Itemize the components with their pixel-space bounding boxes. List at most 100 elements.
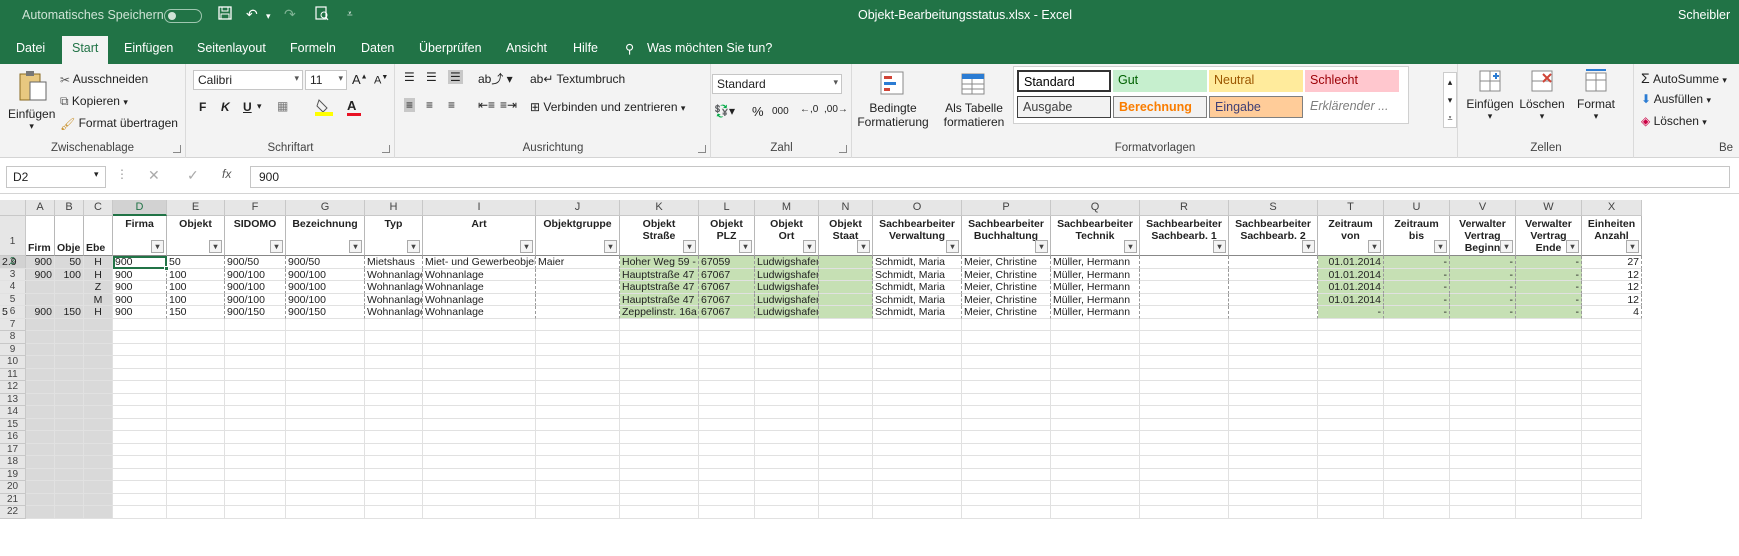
table-cell[interactable] <box>1229 256 1318 269</box>
table-cell[interactable] <box>84 381 113 394</box>
table-cell[interactable] <box>1140 268 1229 281</box>
table-cell[interactable] <box>873 443 962 456</box>
table-cell[interactable]: 900/100 <box>225 293 286 306</box>
table-cell[interactable] <box>1051 481 1140 494</box>
table-cell[interactable] <box>1051 343 1140 356</box>
table-cell[interactable] <box>26 343 55 356</box>
table-cell[interactable] <box>620 356 699 369</box>
filter-dropdown-icon[interactable]: ▾ <box>1500 240 1513 253</box>
table-cell[interactable] <box>620 443 699 456</box>
table-cell[interactable] <box>1229 318 1318 331</box>
filter-dropdown-icon[interactable]: ▾ <box>683 240 696 253</box>
decrease-decimal-icon[interactable]: ,00→ <box>824 104 848 115</box>
dialog-launcher-icon[interactable] <box>698 145 706 153</box>
table-cell[interactable] <box>1140 393 1229 406</box>
table-cell[interactable]: 100 <box>167 293 225 306</box>
table-cell[interactable] <box>1229 506 1318 519</box>
table-cell[interactable]: Ludwigshafen <box>755 256 819 269</box>
table-cell[interactable] <box>286 431 365 444</box>
table-cell[interactable] <box>1450 331 1516 344</box>
table-cell[interactable] <box>755 406 819 419</box>
table-cell[interactable] <box>55 318 84 331</box>
table-cell[interactable]: Meier, Christine <box>962 306 1051 319</box>
row-header[interactable]: 18 <box>0 456 26 469</box>
table-cell[interactable] <box>55 456 84 469</box>
table-cell[interactable] <box>1582 481 1642 494</box>
table-cell[interactable] <box>167 393 225 406</box>
table-cell[interactable] <box>113 381 167 394</box>
table-cell[interactable]: - <box>1516 293 1582 306</box>
table-cell[interactable] <box>1516 368 1582 381</box>
table-cell[interactable] <box>365 443 423 456</box>
table-cell[interactable] <box>113 318 167 331</box>
table-cell[interactable]: 2.9 <box>0 256 30 269</box>
tab-start[interactable]: Start <box>62 36 109 64</box>
table-cell[interactable] <box>873 356 962 369</box>
table-cell[interactable] <box>1051 431 1140 444</box>
table-cell[interactable] <box>1450 443 1516 456</box>
table-cell[interactable]: 900/50 <box>225 256 286 269</box>
table-cell[interactable] <box>365 356 423 369</box>
filter-dropdown-icon[interactable]: ▾ <box>946 240 959 253</box>
table-cell[interactable]: Schmidt, Maria <box>873 293 962 306</box>
table-cell[interactable] <box>699 343 755 356</box>
table-cell[interactable] <box>286 493 365 506</box>
table-cell[interactable] <box>113 343 167 356</box>
table-cell[interactable]: Hoher Weg 59 - 6 <box>620 256 699 269</box>
table-cell[interactable] <box>819 506 873 519</box>
table-cell[interactable] <box>699 468 755 481</box>
table-cell[interactable]: - <box>1384 281 1450 294</box>
table-cell[interactable] <box>1450 506 1516 519</box>
table-cell[interactable] <box>1140 356 1229 369</box>
table-cell[interactable] <box>1450 418 1516 431</box>
filter-dropdown-icon[interactable]: ▾ <box>1566 240 1579 253</box>
table-cell[interactable] <box>1229 443 1318 456</box>
row-header[interactable]: 7 <box>0 318 26 331</box>
table-cell[interactable] <box>962 431 1051 444</box>
table-cell[interactable] <box>113 418 167 431</box>
table-cell[interactable] <box>536 306 620 319</box>
table-cell[interactable]: 12 <box>1582 293 1642 306</box>
table-cell[interactable] <box>84 393 113 406</box>
table-cell[interactable]: 900 <box>113 293 167 306</box>
table-cell[interactable] <box>365 506 423 519</box>
table-cell[interactable] <box>55 343 84 356</box>
table-cell[interactable]: 900/50 <box>286 256 365 269</box>
table-cell[interactable] <box>365 481 423 494</box>
font-name-select[interactable]: Calibri <box>193 70 303 90</box>
table-cell[interactable] <box>365 493 423 506</box>
gallery-scroll-icon[interactable]: ▴ ▾ ⩡ <box>1443 72 1457 128</box>
table-cell[interactable] <box>286 318 365 331</box>
table-cell[interactable] <box>1229 418 1318 431</box>
table-cell[interactable]: Hauptstraße 47 <box>620 293 699 306</box>
style-standard[interactable]: Standard <box>1017 70 1111 92</box>
table-cell[interactable] <box>1318 343 1384 356</box>
table-cell[interactable] <box>1229 306 1318 319</box>
table-cell[interactable]: - <box>1450 306 1516 319</box>
fill-handle[interactable] <box>164 265 169 271</box>
table-cell[interactable] <box>225 381 286 394</box>
table-cell[interactable] <box>167 431 225 444</box>
table-cell[interactable] <box>365 393 423 406</box>
column-header[interactable]: M <box>755 200 819 216</box>
name-box[interactable]: D2 <box>6 166 106 188</box>
table-cell[interactable] <box>1051 368 1140 381</box>
table-cell[interactable] <box>873 331 962 344</box>
table-cell[interactable] <box>1229 281 1318 294</box>
table-cell[interactable] <box>286 443 365 456</box>
table-cell[interactable] <box>1516 493 1582 506</box>
table-cell[interactable]: Ludwigshafen <box>755 306 819 319</box>
table-cell[interactable] <box>1229 268 1318 281</box>
table-cell[interactable] <box>1516 318 1582 331</box>
row-header[interactable]: 22 <box>0 506 26 519</box>
table-cell[interactable]: - <box>1516 281 1582 294</box>
table-cell[interactable] <box>0 281 30 294</box>
table-cell[interactable] <box>819 293 873 306</box>
table-cell[interactable] <box>620 406 699 419</box>
table-cell[interactable] <box>1229 331 1318 344</box>
table-cell[interactable] <box>536 493 620 506</box>
table-cell[interactable]: - <box>1450 293 1516 306</box>
table-cell[interactable]: Schmidt, Maria <box>873 281 962 294</box>
table-cell[interactable]: - <box>1384 268 1450 281</box>
filter-dropdown-icon[interactable]: ▾ <box>1035 240 1048 253</box>
